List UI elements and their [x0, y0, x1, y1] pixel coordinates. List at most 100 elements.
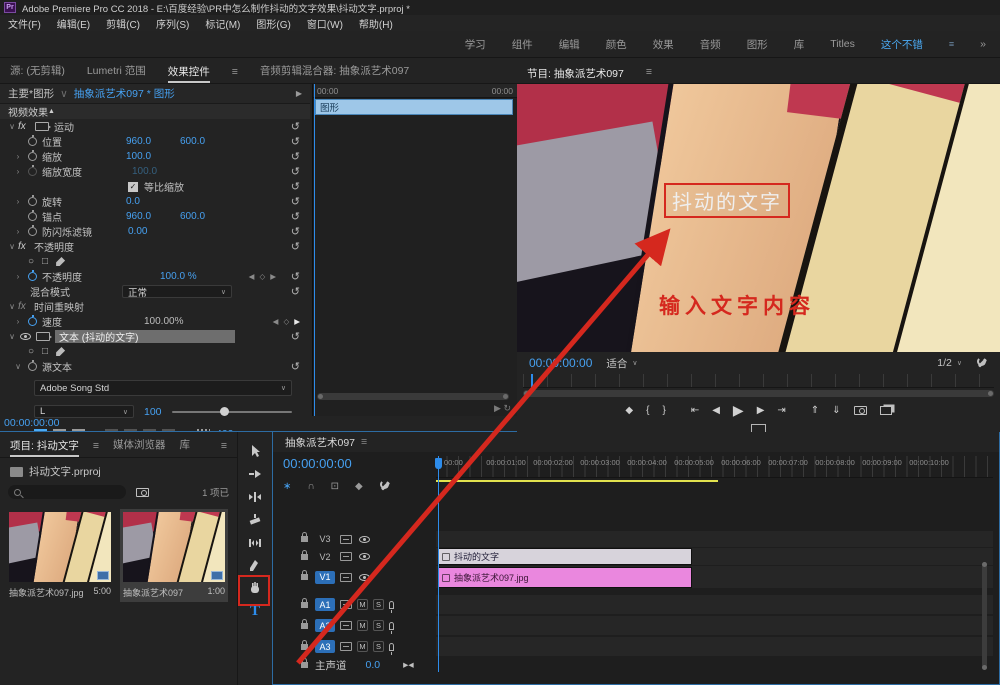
stopwatch-icon[interactable] [28, 212, 37, 221]
param-row-time-remap[interactable]: ∨ fx 时间重映射 [0, 299, 310, 314]
param-row-anchor[interactable]: 锚点 960.0 600.0 ↺ [0, 209, 310, 224]
nest-icon[interactable]: ⊡ [331, 481, 339, 492]
track-target-v1[interactable]: V1 [315, 571, 335, 584]
param-row-opacity-value[interactable]: › 不透明度 100.0 % ◀ ◇ ▶ ↺ [0, 269, 310, 284]
twirl-icon[interactable]: ∨ [12, 362, 24, 371]
timeline-ruler[interactable]: 00:00 00:00:01:00 00:00:02:00 00:00:03:0… [436, 456, 993, 478]
mini-h-scrollbar[interactable] [317, 393, 509, 400]
timeline-playhead-line[interactable] [438, 456, 439, 672]
clip-image[interactable]: 抽象派艺术097.jpg [438, 567, 692, 588]
track-output-eye-icon[interactable] [359, 574, 370, 581]
comparison-view-icon[interactable] [880, 406, 892, 415]
next-keyframe-icon[interactable]: ▶ [294, 317, 300, 326]
workspace-custom-active[interactable]: 这个不错 [881, 37, 923, 52]
timeline-v-scrollbar[interactable] [982, 562, 987, 670]
overlay-title-text[interactable]: 抖动的文字 [664, 183, 790, 218]
lift-icon[interactable]: ⇑ [811, 405, 819, 416]
program-h-scrollbar[interactable] [523, 390, 994, 397]
param-row-scale[interactable]: › 缩放 100.0 ↺ [0, 149, 310, 164]
lock-icon[interactable] [301, 554, 308, 560]
solo-button[interactable]: S [373, 620, 384, 631]
fit-track-icons[interactable]: ▸◂ [403, 659, 414, 671]
lock-icon[interactable] [301, 644, 308, 650]
reset-icon[interactable]: ↺ [291, 120, 300, 133]
workspace-effects[interactable]: 效果 [653, 37, 674, 52]
lock-icon[interactable] [301, 574, 308, 580]
workspace-audio[interactable]: 音频 [700, 37, 721, 52]
master-clip-label[interactable]: 主要*图形 [8, 86, 54, 101]
param-row-opacity-effect[interactable]: ∨ fx 不透明度 ↺ [0, 239, 310, 254]
stopwatch-icon[interactable] [28, 137, 37, 146]
stopwatch-icon[interactable] [28, 197, 37, 206]
voiceover-mic-icon[interactable] [389, 601, 394, 609]
play-button-icon[interactable]: ▶ [733, 402, 744, 419]
snap-icon[interactable]: ∗ [283, 481, 291, 492]
mute-button[interactable]: M [357, 641, 368, 652]
twirl-icon[interactable]: › [12, 152, 24, 161]
mark-out-icon[interactable]: } [662, 405, 665, 416]
add-keyframe-icon[interactable]: ◇ [259, 272, 265, 281]
rect-mask-icon[interactable]: □ [42, 346, 48, 357]
text-layer-name[interactable]: 文本 (抖动的文字) [55, 330, 235, 343]
extract-icon[interactable]: ⇓ [832, 405, 840, 416]
icon-view-toggle-icon[interactable] [136, 488, 149, 497]
voiceover-mic-icon[interactable] [389, 643, 394, 651]
workspace-assembly[interactable]: 组件 [512, 37, 533, 52]
twirl-icon[interactable]: › [12, 272, 24, 281]
menu-graphics[interactable]: 图形(G) [256, 16, 290, 31]
track-target-a3[interactable]: A3 [315, 640, 335, 653]
eye-icon[interactable] [20, 333, 31, 340]
reset-icon[interactable]: ↺ [291, 180, 300, 193]
reset-icon[interactable]: ↺ [291, 165, 300, 178]
workspace-overflow-icon[interactable]: » [980, 38, 986, 50]
project-file-row[interactable]: 抖动文字.prproj [0, 458, 237, 481]
chevron-down-icon[interactable]: ∨ [60, 88, 68, 100]
tab-effect-controls[interactable]: 效果控件 [168, 64, 210, 83]
tab-media-browser[interactable]: 媒体浏览器 [113, 437, 166, 452]
blend-mode-dropdown[interactable]: 正常 ∨ [122, 285, 232, 298]
rect-mask-icon[interactable]: □ [42, 256, 48, 267]
menu-window[interactable]: 窗口(W) [307, 16, 343, 31]
program-panel-menu-icon[interactable]: ≡ [646, 66, 652, 78]
tab-project[interactable]: 项目: 抖动文字 [10, 438, 79, 457]
menu-sequence[interactable]: 序列(S) [156, 16, 189, 31]
rotation-value[interactable]: 0.0 [126, 196, 172, 207]
param-row-motion[interactable]: ∨ fx 运动 ↺ [0, 119, 310, 134]
sync-lock-icon[interactable] [340, 600, 352, 609]
anchor-y-value[interactable]: 600.0 [180, 211, 226, 222]
param-row-speed[interactable]: › 速度 100.00% ◀ ◇ ▶ [0, 314, 310, 329]
solo-button[interactable]: S [373, 599, 384, 610]
linked-selection-icon[interactable]: ∩ [307, 481, 314, 492]
font-size-value[interactable]: 100 [144, 406, 162, 418]
reset-icon[interactable]: ↺ [291, 210, 300, 223]
sync-lock-icon[interactable] [340, 535, 352, 544]
mini-timeline-ruler[interactable]: 00:00 00:00 [313, 84, 517, 98]
stopwatch-icon[interactable] [28, 152, 37, 161]
lock-icon[interactable] [301, 623, 308, 629]
position-y-value[interactable]: 600.0 [180, 136, 226, 147]
workspace-menu-icon[interactable]: ≡ [949, 39, 954, 49]
ellipse-mask-icon[interactable]: ○ [28, 256, 34, 267]
timeline-settings-wrench-icon[interactable] [379, 480, 391, 492]
solo-button[interactable]: S [373, 641, 384, 652]
param-row-position[interactable]: 位置 960.0 600.0 ↺ [0, 134, 310, 149]
project-overflow-icon[interactable]: ≡ [221, 440, 227, 452]
workspace-learn[interactable]: 学习 [465, 37, 486, 52]
twirl-icon[interactable]: › [12, 227, 24, 236]
timeline-marker-icon[interactable]: ◆ [355, 481, 363, 492]
voiceover-mic-icon[interactable] [389, 622, 394, 630]
reset-icon[interactable]: ↺ [291, 360, 300, 373]
project-item-jpg[interactable]: 抽象派艺术097.jpg 5:00 [6, 509, 114, 602]
twirl-icon[interactable]: ∨ [6, 332, 18, 341]
add-keyframe-icon[interactable]: ◇ [283, 317, 289, 326]
prev-keyframe-icon[interactable]: ◀ [273, 317, 279, 326]
button-editor-icon[interactable] [751, 424, 766, 432]
clip-text-layer[interactable]: 抖动的文字 [438, 548, 692, 565]
stopwatch-icon[interactable] [28, 272, 37, 281]
pen-mask-icon[interactable] [56, 257, 65, 266]
workspace-titles[interactable]: Titles [830, 38, 855, 50]
playback-resolution-dropdown[interactable]: 1/2 ∨ [937, 357, 962, 369]
track-target-a2[interactable]: A2 [315, 619, 335, 632]
timeline-panel-menu-icon[interactable]: ≡ [361, 436, 367, 448]
reset-icon[interactable]: ↺ [291, 270, 300, 283]
